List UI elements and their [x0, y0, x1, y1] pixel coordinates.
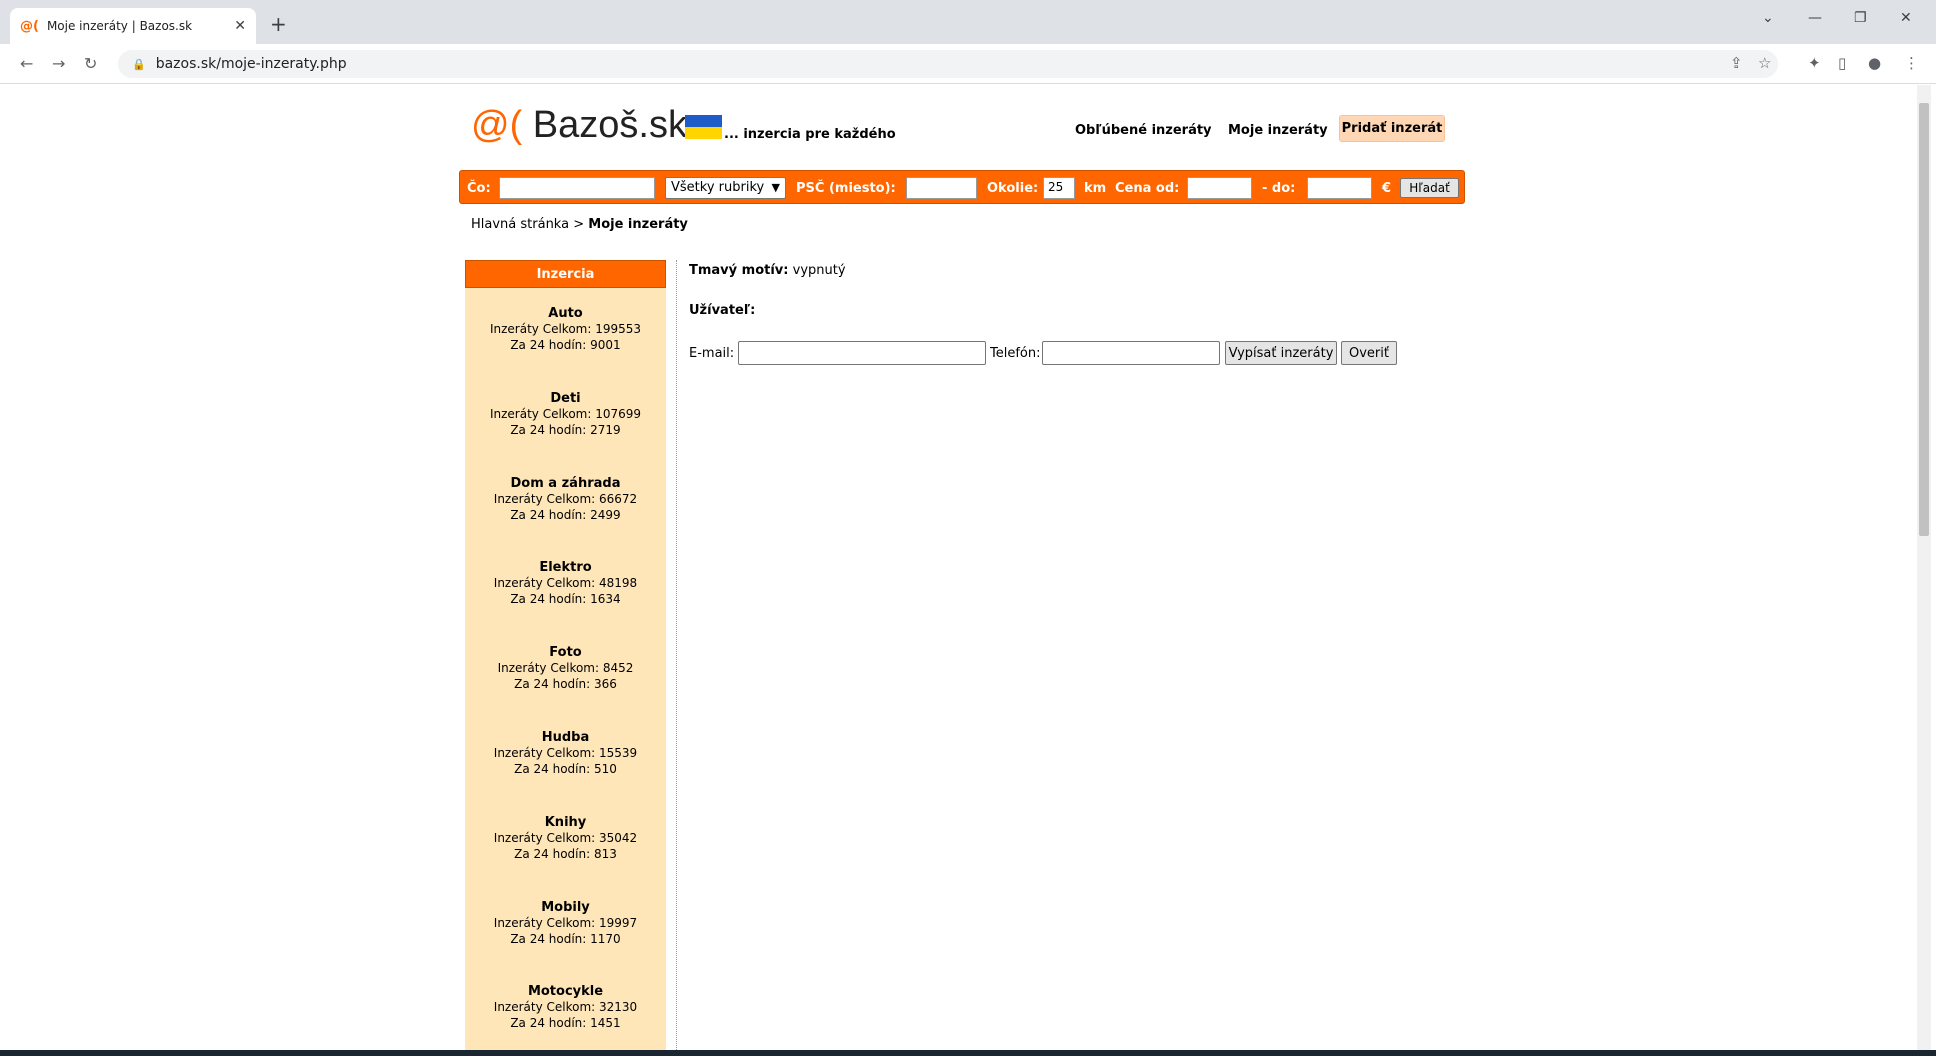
lock-icon: 🔒: [132, 57, 146, 71]
category-select[interactable]: Všetky rubriky ▼: [665, 177, 786, 199]
sidebar-item-dom-a-zahrada[interactable]: Dom a záhrada Inzeráty Celkom: 66672 Za …: [465, 476, 666, 523]
bookmark-star-icon[interactable]: ☆: [1758, 54, 1771, 72]
breadcrumb-home-link[interactable]: Hlavná stránka: [471, 217, 569, 232]
ukraine-flag-icon: [685, 115, 722, 139]
price-from-label: Cena od:: [1115, 181, 1180, 196]
sidebar-item-deti[interactable]: Deti Inzeráty Celkom: 107699 Za 24 hodín…: [465, 391, 666, 438]
logo-text: Bazoš.sk: [522, 104, 687, 146]
breadcrumb-current: Moje inzeráty: [588, 217, 688, 232]
scrollbar-thumb[interactable]: [1919, 103, 1929, 536]
forward-icon[interactable]: →: [52, 54, 65, 73]
price-to-label: - do:: [1262, 181, 1296, 196]
category-selected: Všetky rubriky: [671, 180, 765, 195]
what-input[interactable]: [499, 177, 655, 199]
share-icon[interactable]: ⇪: [1730, 54, 1743, 72]
radius-label: Okolie:: [987, 181, 1039, 196]
minimize-icon[interactable]: —: [1808, 10, 1822, 26]
reload-icon[interactable]: ↻: [84, 54, 97, 73]
close-tab-icon[interactable]: ✕: [234, 18, 246, 34]
restore-icon[interactable]: ❐: [1854, 10, 1867, 26]
address-bar[interactable]: 🔒 bazos.sk/moje-inzeraty.php ⇪ ☆: [118, 50, 1778, 78]
favicon-icon: @(: [20, 18, 39, 34]
list-ads-button[interactable]: Vypísať inzeráty: [1225, 341, 1337, 365]
search-bar: Čo: Všetky rubriky ▼ PSČ (miesto): Okoli…: [459, 170, 1465, 204]
search-button[interactable]: Hľadať: [1400, 178, 1459, 198]
breadcrumb-separator: >: [573, 217, 585, 232]
sidebar-item-mobily[interactable]: Mobily Inzeráty Celkom: 19997 Za 24 hodí…: [465, 900, 666, 947]
radius-input[interactable]: 25: [1043, 177, 1075, 199]
menu-icon[interactable]: ⋮: [1904, 54, 1919, 72]
psc-input[interactable]: [906, 177, 977, 199]
column-divider: [676, 260, 677, 1050]
email-field[interactable]: [738, 341, 986, 365]
tab-search-icon[interactable]: ⌄: [1762, 10, 1774, 26]
sidebar-item-foto[interactable]: Foto Inzeráty Celkom: 8452 Za 24 hodín: …: [465, 645, 666, 692]
chevron-down-icon: ▼: [771, 181, 780, 194]
theme-status[interactable]: Tmavý motív: vypnutý: [689, 263, 846, 278]
browser-tab[interactable]: @( Moje inzeráty | Bazos.sk ✕: [10, 8, 256, 44]
new-tab-icon[interactable]: +: [270, 12, 287, 36]
sidebar-item-knihy[interactable]: Knihy Inzeráty Celkom: 35042 Za 24 hodín…: [465, 815, 666, 862]
side-panel-icon[interactable]: ▯: [1838, 54, 1846, 72]
close-window-icon[interactable]: ✕: [1900, 10, 1912, 26]
address-url: bazos.sk/moje-inzeraty.php: [155, 56, 347, 72]
sidebar-item-auto[interactable]: Auto Inzeráty Celkom: 199553 Za 24 hodín…: [465, 306, 666, 353]
sidebar-item-motocykle[interactable]: Motocykle Inzeráty Celkom: 32130 Za 24 h…: [465, 984, 666, 1031]
sidebar-header: Inzercia: [465, 260, 666, 288]
psc-label: PSČ (miesto):: [796, 181, 896, 196]
logo-at-icon: @(: [471, 104, 523, 146]
user-heading: Užívateľ:: [689, 303, 756, 318]
verify-button[interactable]: Overiť: [1341, 341, 1397, 365]
favorites-link[interactable]: Obľúbené inzeráty: [1075, 123, 1212, 138]
theme-label: Tmavý motív:: [689, 263, 789, 278]
breadcrumb: Hlavná stránka > Moje inzeráty: [471, 217, 688, 232]
sidebar-item-hudba[interactable]: Hudba Inzeráty Celkom: 15539 Za 24 hodín…: [465, 730, 666, 777]
category-sidebar: Inzercia Auto Inzeráty Celkom: 199553 Za…: [465, 260, 666, 1050]
os-taskbar: [0, 1050, 1936, 1056]
price-to-input[interactable]: [1307, 177, 1372, 199]
currency-label: €: [1382, 181, 1392, 196]
phone-label: Telefón:: [990, 346, 1041, 361]
sidebar-item-elektro[interactable]: Elektro Inzeráty Celkom: 48198 Za 24 hod…: [465, 560, 666, 607]
profile-icon[interactable]: ●: [1868, 54, 1881, 72]
price-from-input[interactable]: [1187, 177, 1252, 199]
extensions-icon[interactable]: ✦: [1808, 54, 1821, 72]
email-label: E-mail:: [689, 346, 735, 361]
add-ad-button[interactable]: Pridať inzerát: [1339, 115, 1445, 142]
page-scrollbar[interactable]: [1917, 85, 1931, 1050]
back-icon[interactable]: ←: [20, 54, 33, 73]
browser-tab-strip: @( Moje inzeráty | Bazos.sk ✕ + ⌄ — ❐ ✕: [0, 0, 1936, 44]
what-label: Čo:: [467, 181, 491, 196]
my-ads-link[interactable]: Moje inzeráty: [1228, 123, 1328, 138]
site-logo[interactable]: @( Bazoš.sk: [471, 104, 687, 147]
page-viewport: @( Bazoš.sk ... inzercia pre každého Obľ…: [9, 85, 1917, 1050]
browser-toolbar: ← → ↻ 🔒 bazos.sk/moje-inzeraty.php ⇪ ☆ ✦…: [0, 44, 1936, 84]
tagline: ... inzercia pre každého: [724, 127, 896, 142]
tab-title: Moje inzeráty | Bazos.sk: [46, 19, 193, 33]
phone-field[interactable]: [1042, 341, 1220, 365]
km-label: km: [1084, 181, 1107, 196]
theme-value[interactable]: vypnutý: [793, 263, 846, 278]
